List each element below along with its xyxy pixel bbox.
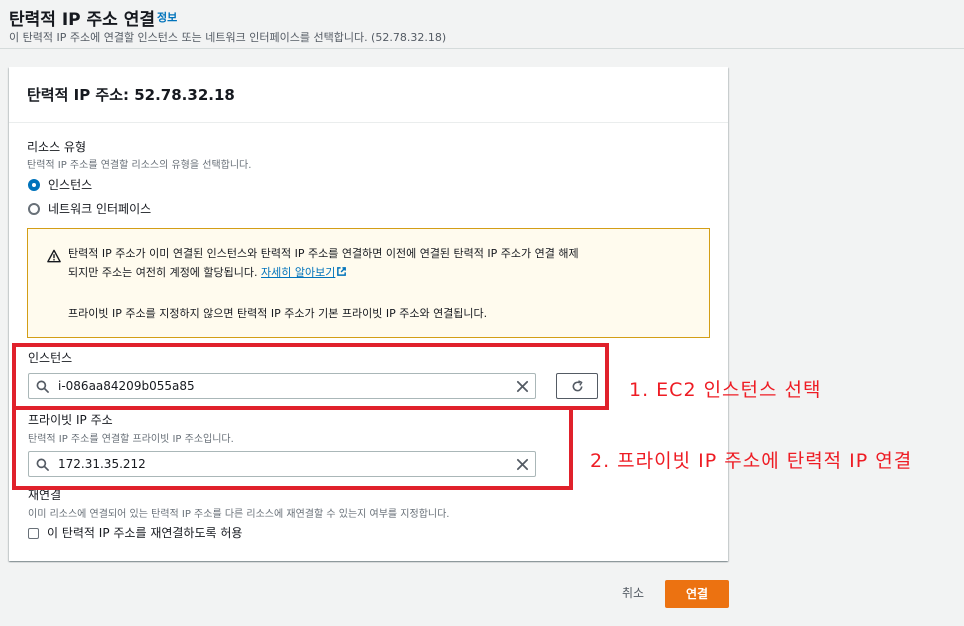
header-divider bbox=[0, 48, 964, 49]
panel-header: 탄력적 IP 주소: 52.78.32.18 bbox=[9, 67, 728, 123]
alert-line-3: 프라이빗 IP 주소를 지정하지 않으면 탄력적 IP 주소가 기본 프라이빗 … bbox=[68, 307, 488, 320]
warning-icon bbox=[47, 249, 61, 263]
radio-instance-label[interactable]: 인스턴스 bbox=[48, 176, 92, 193]
page-subtitle: 이 탄력적 IP 주소에 연결할 인스턴스 또는 네트워크 인터페이스를 선택합… bbox=[9, 31, 447, 44]
cancel-button[interactable]: 취소 bbox=[607, 580, 659, 608]
associate-button[interactable]: 연결 bbox=[665, 580, 729, 608]
alert-line-2: 되지만 주소는 여전히 계정에 할당됩니다. 자세히 알아보기 bbox=[68, 264, 347, 280]
alert-line-2-text: 되지만 주소는 여전히 계정에 할당됩니다. bbox=[68, 266, 258, 279]
panel-title: 탄력적 IP 주소: 52.78.32.18 bbox=[27, 86, 235, 104]
radio-instance[interactable] bbox=[28, 179, 40, 191]
radio-network-interface[interactable] bbox=[28, 203, 40, 215]
page-title-text: 탄력적 IP 주소 연결 bbox=[9, 10, 156, 30]
annotation-step-2: 2. 프라이빗 IP 주소에 탄력적 IP 연결 bbox=[590, 450, 913, 472]
learn-more-link[interactable]: 자세히 알아보기 bbox=[261, 266, 335, 279]
annotation-box-instance bbox=[12, 343, 609, 410]
alert-line-1: 탄력적 IP 주소가 이미 연결된 인스턴스와 탄력적 IP 주소를 연결하면 … bbox=[68, 247, 579, 260]
reassociation-checkbox[interactable] bbox=[28, 528, 39, 539]
page-title: 탄력적 IP 주소 연결 정보 bbox=[9, 5, 177, 30]
warning-alert: 탄력적 IP 주소가 이미 연결된 인스턴스와 탄력적 IP 주소를 연결하면 … bbox=[27, 228, 710, 338]
annotation-step-1: 1. EC2 인스턴스 선택 bbox=[629, 379, 822, 401]
radio-network-interface-label[interactable]: 네트워크 인터페이스 bbox=[48, 200, 151, 217]
external-link-icon[interactable] bbox=[336, 266, 347, 277]
resource-type-label: 리소스 유형 bbox=[27, 140, 87, 154]
annotation-box-private-ip bbox=[12, 406, 573, 490]
resource-type-description: 탄력적 IP 주소를 연결할 리소스의 유형을 선택합니다. bbox=[27, 160, 252, 171]
reassociation-description: 이미 리소스에 연결되어 있는 탄력적 IP 주소를 다른 리소스에 재연결할 … bbox=[28, 509, 450, 520]
reassociation-checkbox-label[interactable]: 이 탄력적 IP 주소를 재연결하도록 허용 bbox=[47, 524, 242, 541]
info-link[interactable]: 정보 bbox=[157, 11, 177, 24]
